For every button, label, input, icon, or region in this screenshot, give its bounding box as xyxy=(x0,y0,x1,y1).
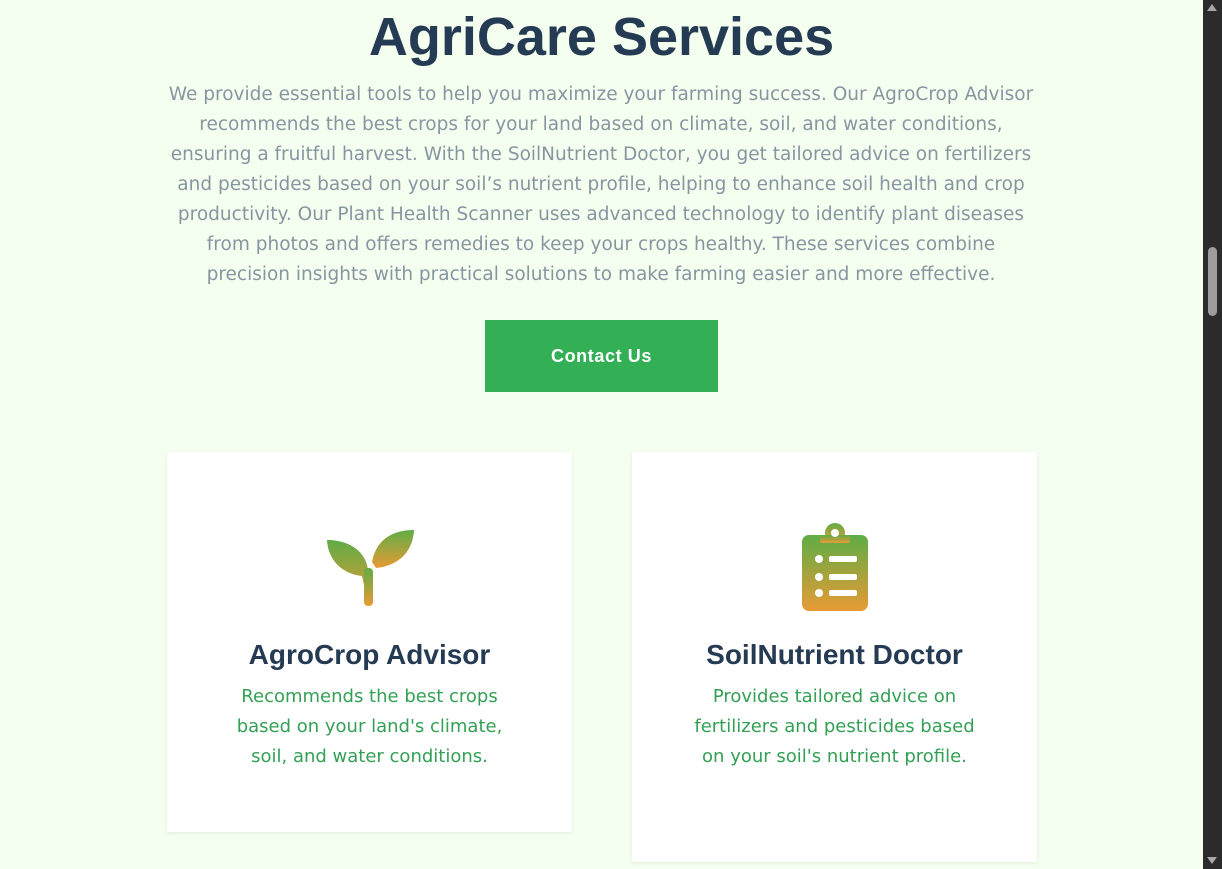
service-description: Recommends the best crops based on your … xyxy=(236,686,503,767)
services-page: AgriCare Services We provide essential t… xyxy=(0,0,1203,869)
scroll-down-arrow-icon[interactable] xyxy=(1207,857,1217,864)
services-description: We provide essential tools to help you m… xyxy=(168,84,1034,285)
scroll-up-arrow-icon[interactable] xyxy=(1207,4,1217,11)
clipboard-list-icon xyxy=(632,522,1037,612)
page-title: AgriCare Services xyxy=(368,7,835,67)
service-title: AgroCrop Advisor xyxy=(248,639,491,670)
contact-us-button[interactable]: Contact Us xyxy=(485,320,718,392)
service-card-agrocrop-advisor[interactable]: AgroCrop Advisor Recommends the best cro… xyxy=(167,452,572,832)
vertical-scrollbar[interactable] xyxy=(1203,0,1222,869)
service-description: Provides tailored advice on fertilizers … xyxy=(694,686,975,767)
service-card-soilnutrient-doctor[interactable]: SoilNutrient Doctor Provides tailored ad… xyxy=(632,452,1037,862)
sprout-icon xyxy=(167,522,572,612)
scrollbar-thumb[interactable] xyxy=(1208,247,1217,316)
service-title: SoilNutrient Doctor xyxy=(706,639,963,670)
